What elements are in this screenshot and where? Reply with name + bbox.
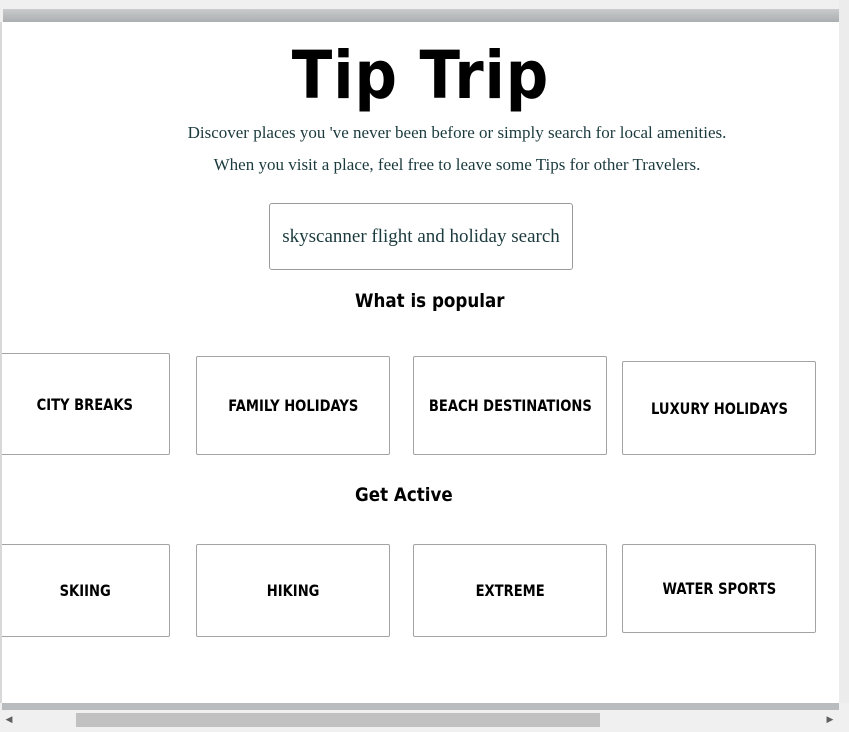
search-input[interactable]: skyscanner flight and holiday search bbox=[269, 203, 573, 270]
page-content: Tip Trip Discover places you 've never b… bbox=[2, 22, 839, 703]
card-label: FAMILY HOLIDAYS bbox=[227, 396, 359, 415]
site-title: Tip Trip bbox=[291, 37, 550, 114]
card-luxury-holidays[interactable]: LUXURY HOLIDAYS bbox=[622, 361, 816, 455]
card-family-holidays[interactable]: FAMILY HOLIDAYS bbox=[196, 356, 390, 455]
card-label: BEACH DESTINATIONS bbox=[428, 396, 592, 415]
card-beach-destinations[interactable]: BEACH DESTINATIONS bbox=[413, 356, 607, 455]
window-top-bar bbox=[0, 0, 849, 24]
card-label: WATER SPORTS bbox=[662, 579, 776, 598]
card-label: CITY BREAKS bbox=[36, 394, 134, 414]
active-heading: Get Active bbox=[355, 484, 453, 506]
card-city-breaks[interactable]: CITY BREAKS bbox=[2, 353, 170, 455]
intro-text-line-1: Discover places you 've never been befor… bbox=[187, 123, 727, 142]
card-label: EXTREME bbox=[475, 581, 545, 600]
popular-heading: What is popular bbox=[355, 290, 505, 312]
arrow-right-icon[interactable]: ▶ bbox=[824, 713, 836, 727]
bottom-edge-line bbox=[2, 703, 839, 710]
right-scroll-track[interactable] bbox=[839, 0, 849, 705]
card-skiing[interactable]: SKIING bbox=[2, 544, 170, 637]
scrollbar-thumb[interactable] bbox=[76, 713, 600, 727]
card-extreme[interactable]: EXTREME bbox=[413, 544, 607, 637]
card-label: LUXURY HOLIDAYS bbox=[650, 398, 788, 418]
horizontal-scrollbar[interactable]: ◀ ▶ bbox=[0, 703, 849, 732]
card-water-sports[interactable]: WATER SPORTS bbox=[622, 544, 816, 633]
card-label: SKIING bbox=[59, 581, 111, 600]
card-label: HIKING bbox=[266, 581, 320, 600]
arrow-left-icon[interactable]: ◀ bbox=[3, 713, 15, 727]
top-bar-strip bbox=[3, 9, 839, 23]
card-hiking[interactable]: HIKING bbox=[196, 544, 390, 637]
intro-text-line-2: When you visit a place, feel free to lea… bbox=[213, 155, 701, 174]
